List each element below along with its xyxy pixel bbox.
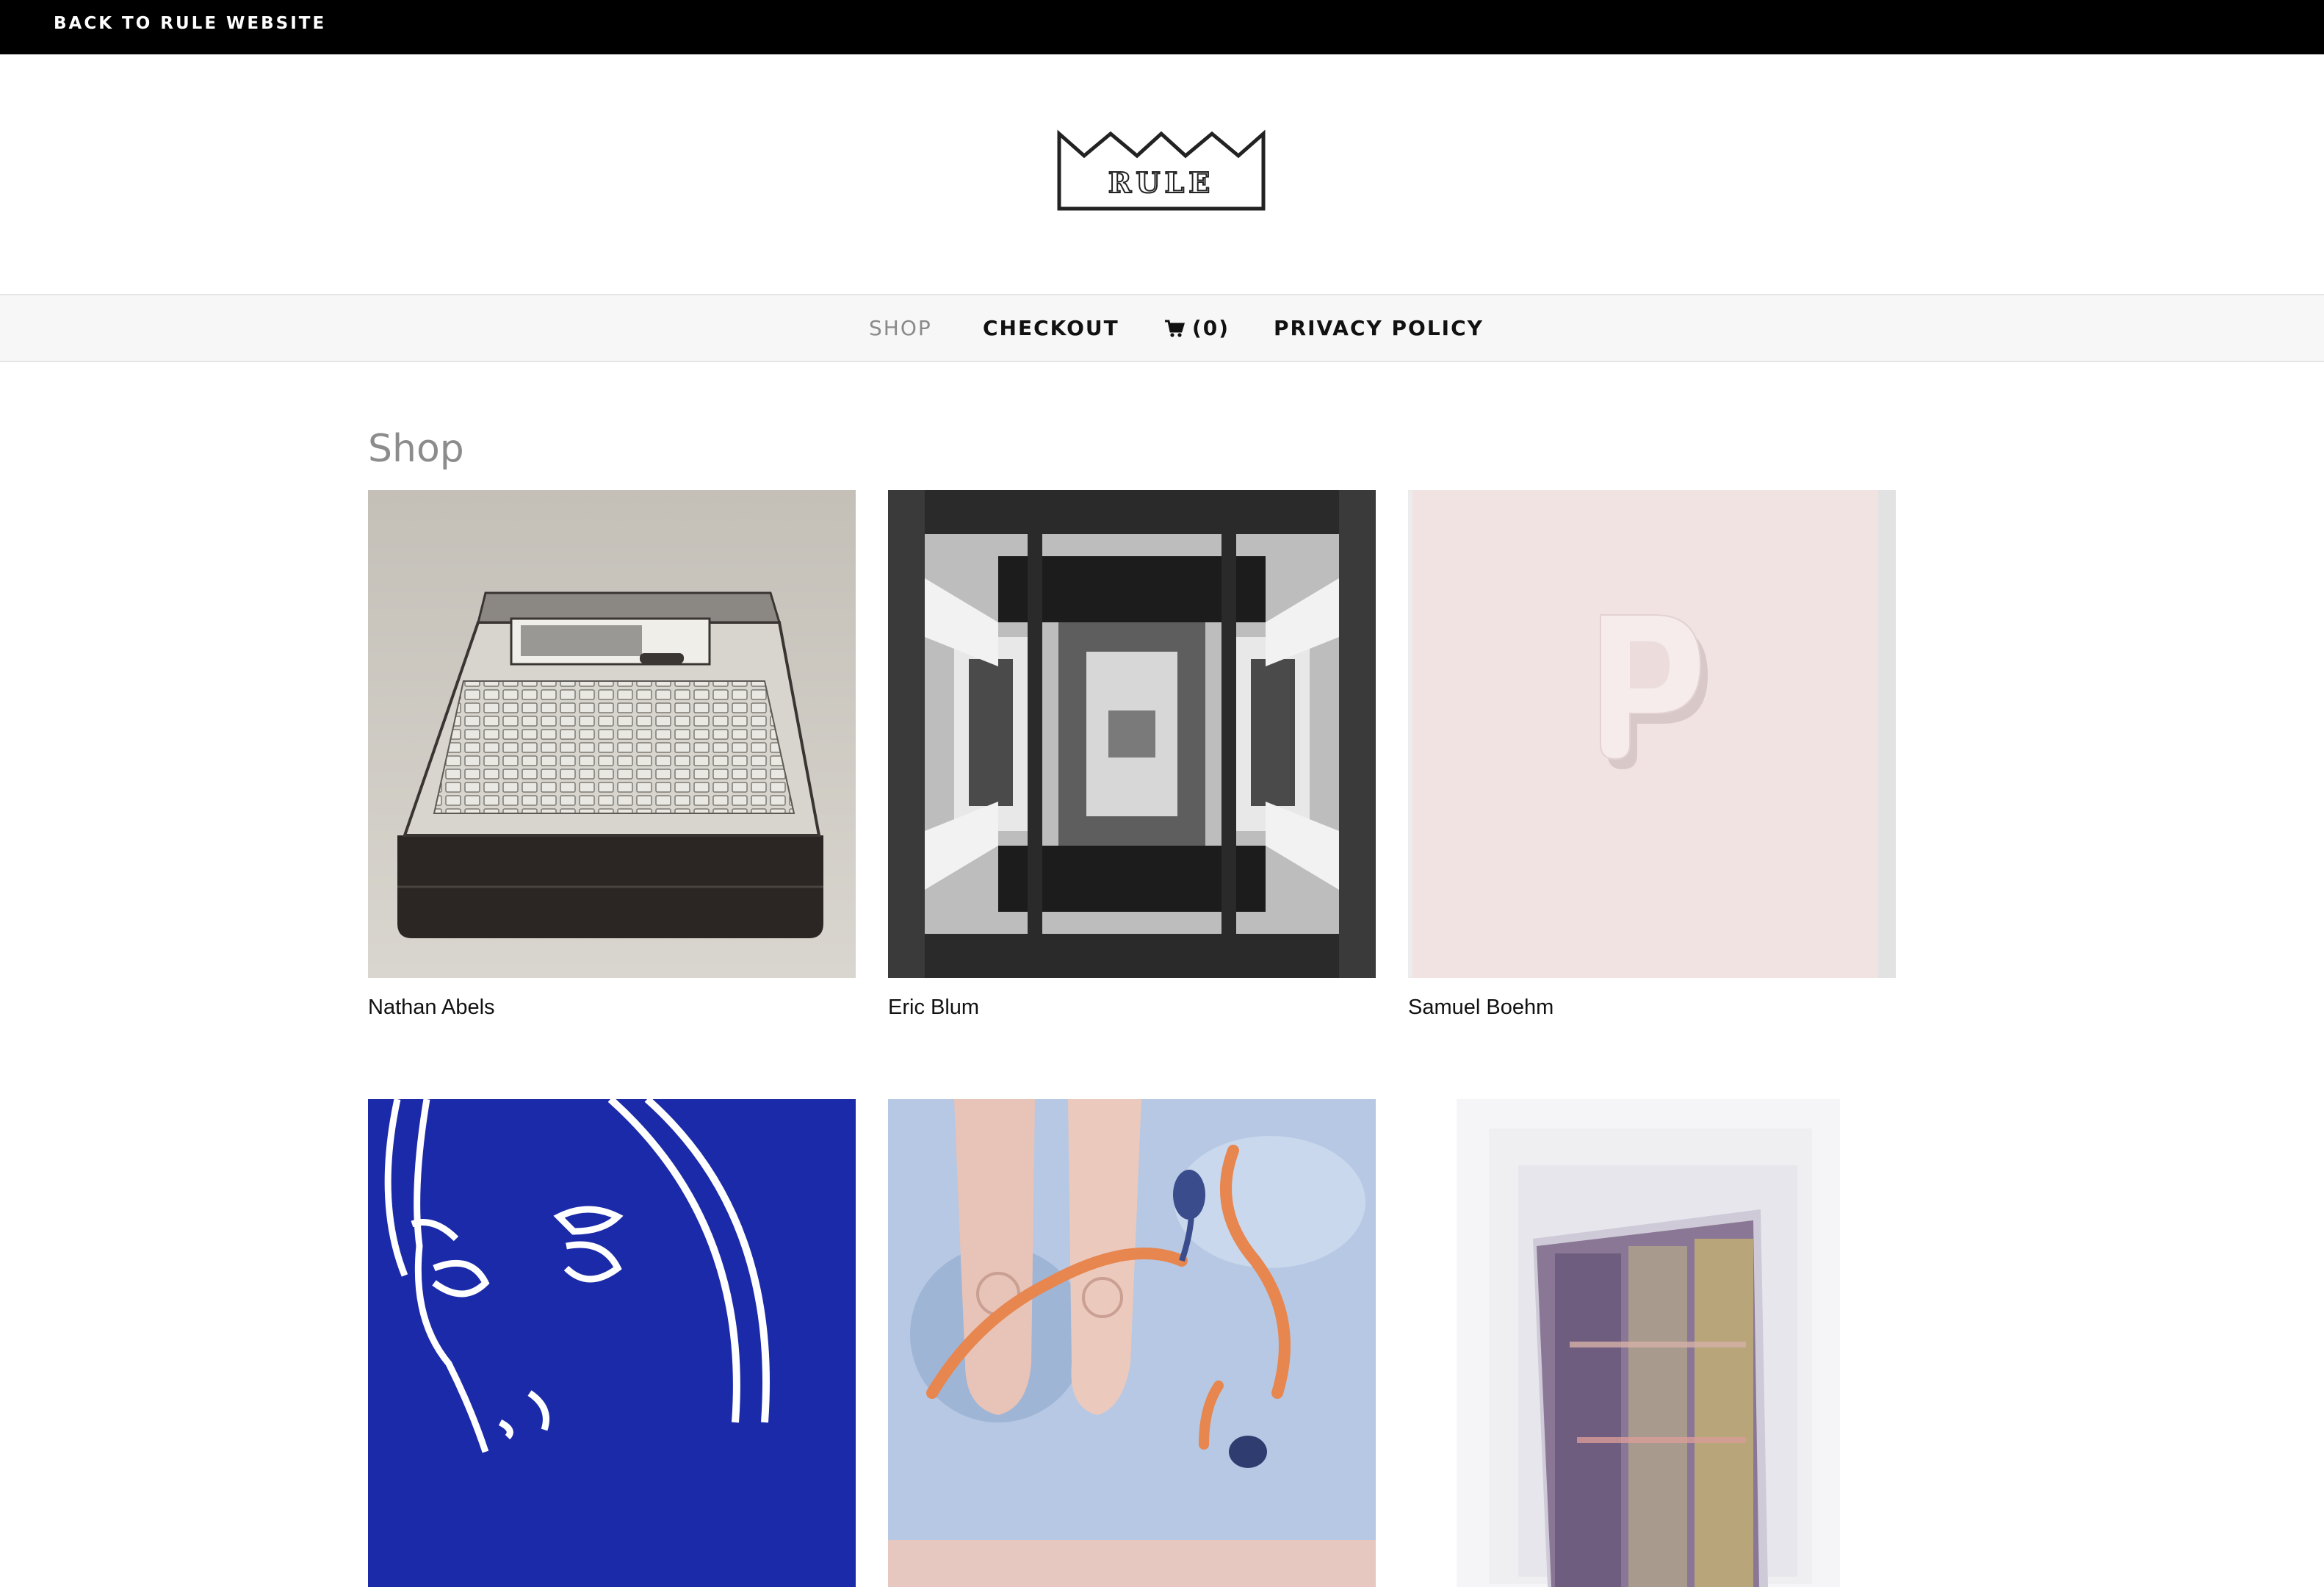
nav-cart[interactable]: (0) [1164,315,1230,342]
back-to-rule-website-link[interactable]: BACK TO RULE WEBSITE [54,12,326,35]
product-image[interactable] [368,490,856,978]
cart-count: (0) [1192,316,1230,340]
product-image[interactable] [888,1099,1376,1587]
product-artist[interactable]: Eric Blum [888,994,979,1021]
page-title: Shop [368,427,464,471]
product-artist[interactable]: Nathan Abels [368,994,495,1021]
logo-text: RULE [1108,166,1214,199]
crown-logo-icon: RULE [1057,129,1266,211]
rule-logo[interactable]: RULE [1056,128,1266,212]
main-nav: SHOP CHECKOUT (0) PRIVACY POLICY [0,294,2324,362]
nav-privacy-policy[interactable]: PRIVACY POLICY [1274,315,1484,342]
product-image[interactable] [1408,1099,1896,1587]
top-bar: BACK TO RULE WEBSITE [0,0,2324,54]
cart-icon [1165,320,1185,337]
product-image[interactable] [888,490,1376,978]
product-artist[interactable]: Samuel Boehm [1408,994,1553,1021]
nav-shop[interactable]: SHOP [869,315,932,342]
product-image[interactable] [368,1099,856,1587]
product-image[interactable] [1408,490,1896,978]
nav-checkout[interactable]: CHECKOUT [983,315,1119,342]
